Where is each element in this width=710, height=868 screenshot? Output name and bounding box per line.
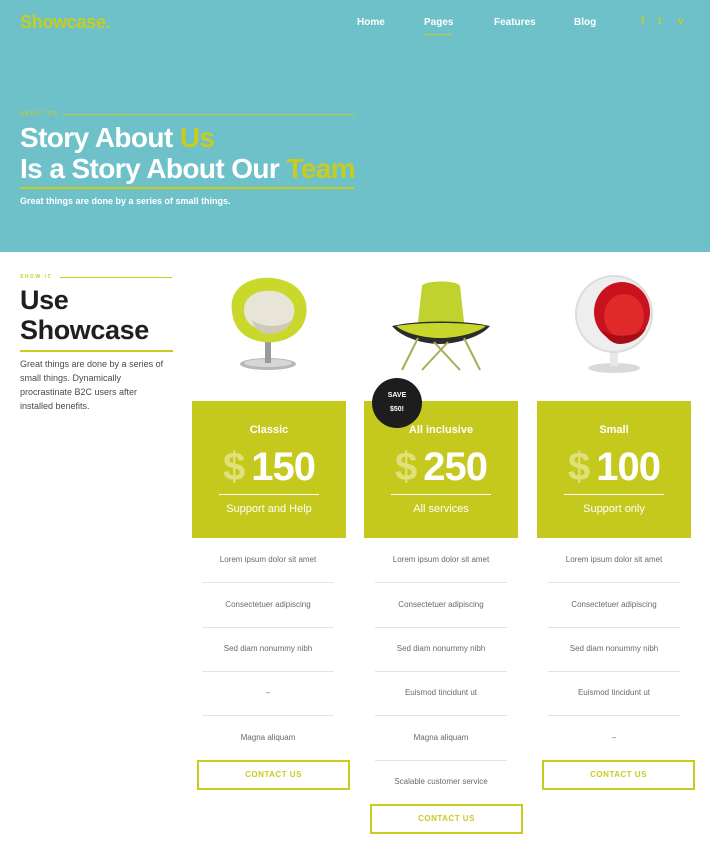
feature-item: –: [611, 733, 617, 742]
hero-title-text: Story About: [20, 122, 180, 153]
feature-item: –: [202, 671, 334, 716]
feature-item: Scalable customer service: [394, 777, 488, 786]
feature-item: Consectetuer adipiscing: [375, 583, 507, 628]
hero-section: Showcase. Home Pages Features Blog f t v…: [0, 0, 710, 252]
intro-description: Great things are done by a series of sma…: [20, 359, 164, 411]
price-divider: [219, 494, 319, 495]
price-divider: [391, 494, 491, 495]
plan-name: Classic: [249, 424, 289, 436]
nav-item-pages[interactable]: Pages: [424, 17, 453, 28]
feature-item: Consectetuer adipiscing: [548, 583, 680, 628]
nav-active-indicator: [424, 34, 452, 35]
contact-us-button-small[interactable]: CONTACT US: [542, 760, 695, 790]
save-badge-amount: $50!: [389, 406, 404, 413]
site-logo[interactable]: Showcase.: [20, 12, 111, 33]
hero-title-line1: Story About Us: [20, 122, 215, 153]
nav-item-blog[interactable]: Blog: [574, 17, 596, 28]
currency-symbol: $: [223, 445, 246, 489]
nav-item-features[interactable]: Features: [494, 17, 536, 28]
save-badge: SAVE $50!: [372, 378, 422, 428]
price-amount: 100: [596, 445, 661, 489]
hero-subtitle: Great things are done by a series of sma…: [20, 196, 231, 206]
hero-title-highlight: Team: [286, 153, 356, 184]
currency-symbol: $: [395, 445, 418, 489]
price-amount: 150: [251, 445, 316, 489]
intro-eyebrow-divider: [60, 277, 172, 278]
plan-price: $ 250: [364, 443, 518, 491]
hero-title-text: Is a Story About Our: [20, 153, 287, 184]
pricing-card-small: Small $ 100 Support only: [537, 401, 691, 538]
plan-name: Small: [599, 424, 629, 436]
pricing-card-classic: Classic $ 150 Support and Help: [192, 401, 346, 538]
twitter-icon[interactable]: t: [658, 16, 661, 27]
plan-description: Support and Help: [226, 503, 312, 515]
nav-item-home[interactable]: Home: [357, 17, 385, 28]
egg-chair-image: [231, 277, 307, 370]
intro-title-line2: Showcase: [20, 315, 149, 345]
price-amount: 250: [423, 445, 488, 489]
feature-item: Magna aliquam: [240, 733, 296, 742]
feature-item: Lorem ipsum dolor sit amet: [375, 538, 507, 583]
hero-title: Story About Us Is a Story About Our Team: [20, 122, 356, 184]
ball-chair-image: [575, 275, 653, 373]
feature-item: Euismod tincidunt ut: [548, 671, 680, 716]
plan-price: $ 100: [537, 443, 691, 491]
feature-item: Lorem ipsum dolor sit amet: [202, 538, 334, 583]
hero-eyebrow: ABOUT US: [20, 111, 59, 117]
intro-title-line1: Use: [20, 285, 69, 315]
feature-item: Magna aliquam: [375, 716, 507, 761]
plan-description: All services: [413, 503, 469, 515]
price-divider: [564, 494, 664, 495]
hero-eyebrow-divider: [62, 114, 354, 115]
feature-item: Sed diam nonummy nibh: [375, 627, 507, 672]
facebook-icon[interactable]: f: [641, 16, 644, 27]
plan-price: $ 150: [192, 443, 346, 491]
save-badge-label: SAVE: [387, 392, 407, 399]
plan-description: Support only: [583, 503, 645, 515]
hero-title-line2: Is a Story About Our Team: [20, 153, 356, 184]
feature-item: Euismod tincidunt ut: [375, 671, 507, 716]
feature-item: Lorem ipsum dolor sit amet: [548, 538, 680, 583]
hero-title-highlight: Us: [179, 122, 215, 153]
feature-item: Sed diam nonummy nibh: [202, 627, 334, 672]
hero-title-underline: [20, 187, 354, 189]
feature-item: Consectetuer adipiscing: [202, 583, 334, 628]
contact-us-button-classic[interactable]: CONTACT US: [197, 760, 350, 790]
intro-title-underline: [20, 350, 173, 352]
feature-item: Sed diam nonummy nibh: [548, 627, 680, 672]
contact-us-button-all-inclusive[interactable]: CONTACT US: [370, 804, 523, 834]
intro-eyebrow: SHOW IT: [20, 274, 52, 280]
intro-title: Use Showcase: [20, 285, 149, 345]
currency-symbol: $: [568, 445, 591, 489]
vimeo-icon[interactable]: v: [678, 16, 684, 27]
lounge-chair-image: [392, 281, 490, 371]
